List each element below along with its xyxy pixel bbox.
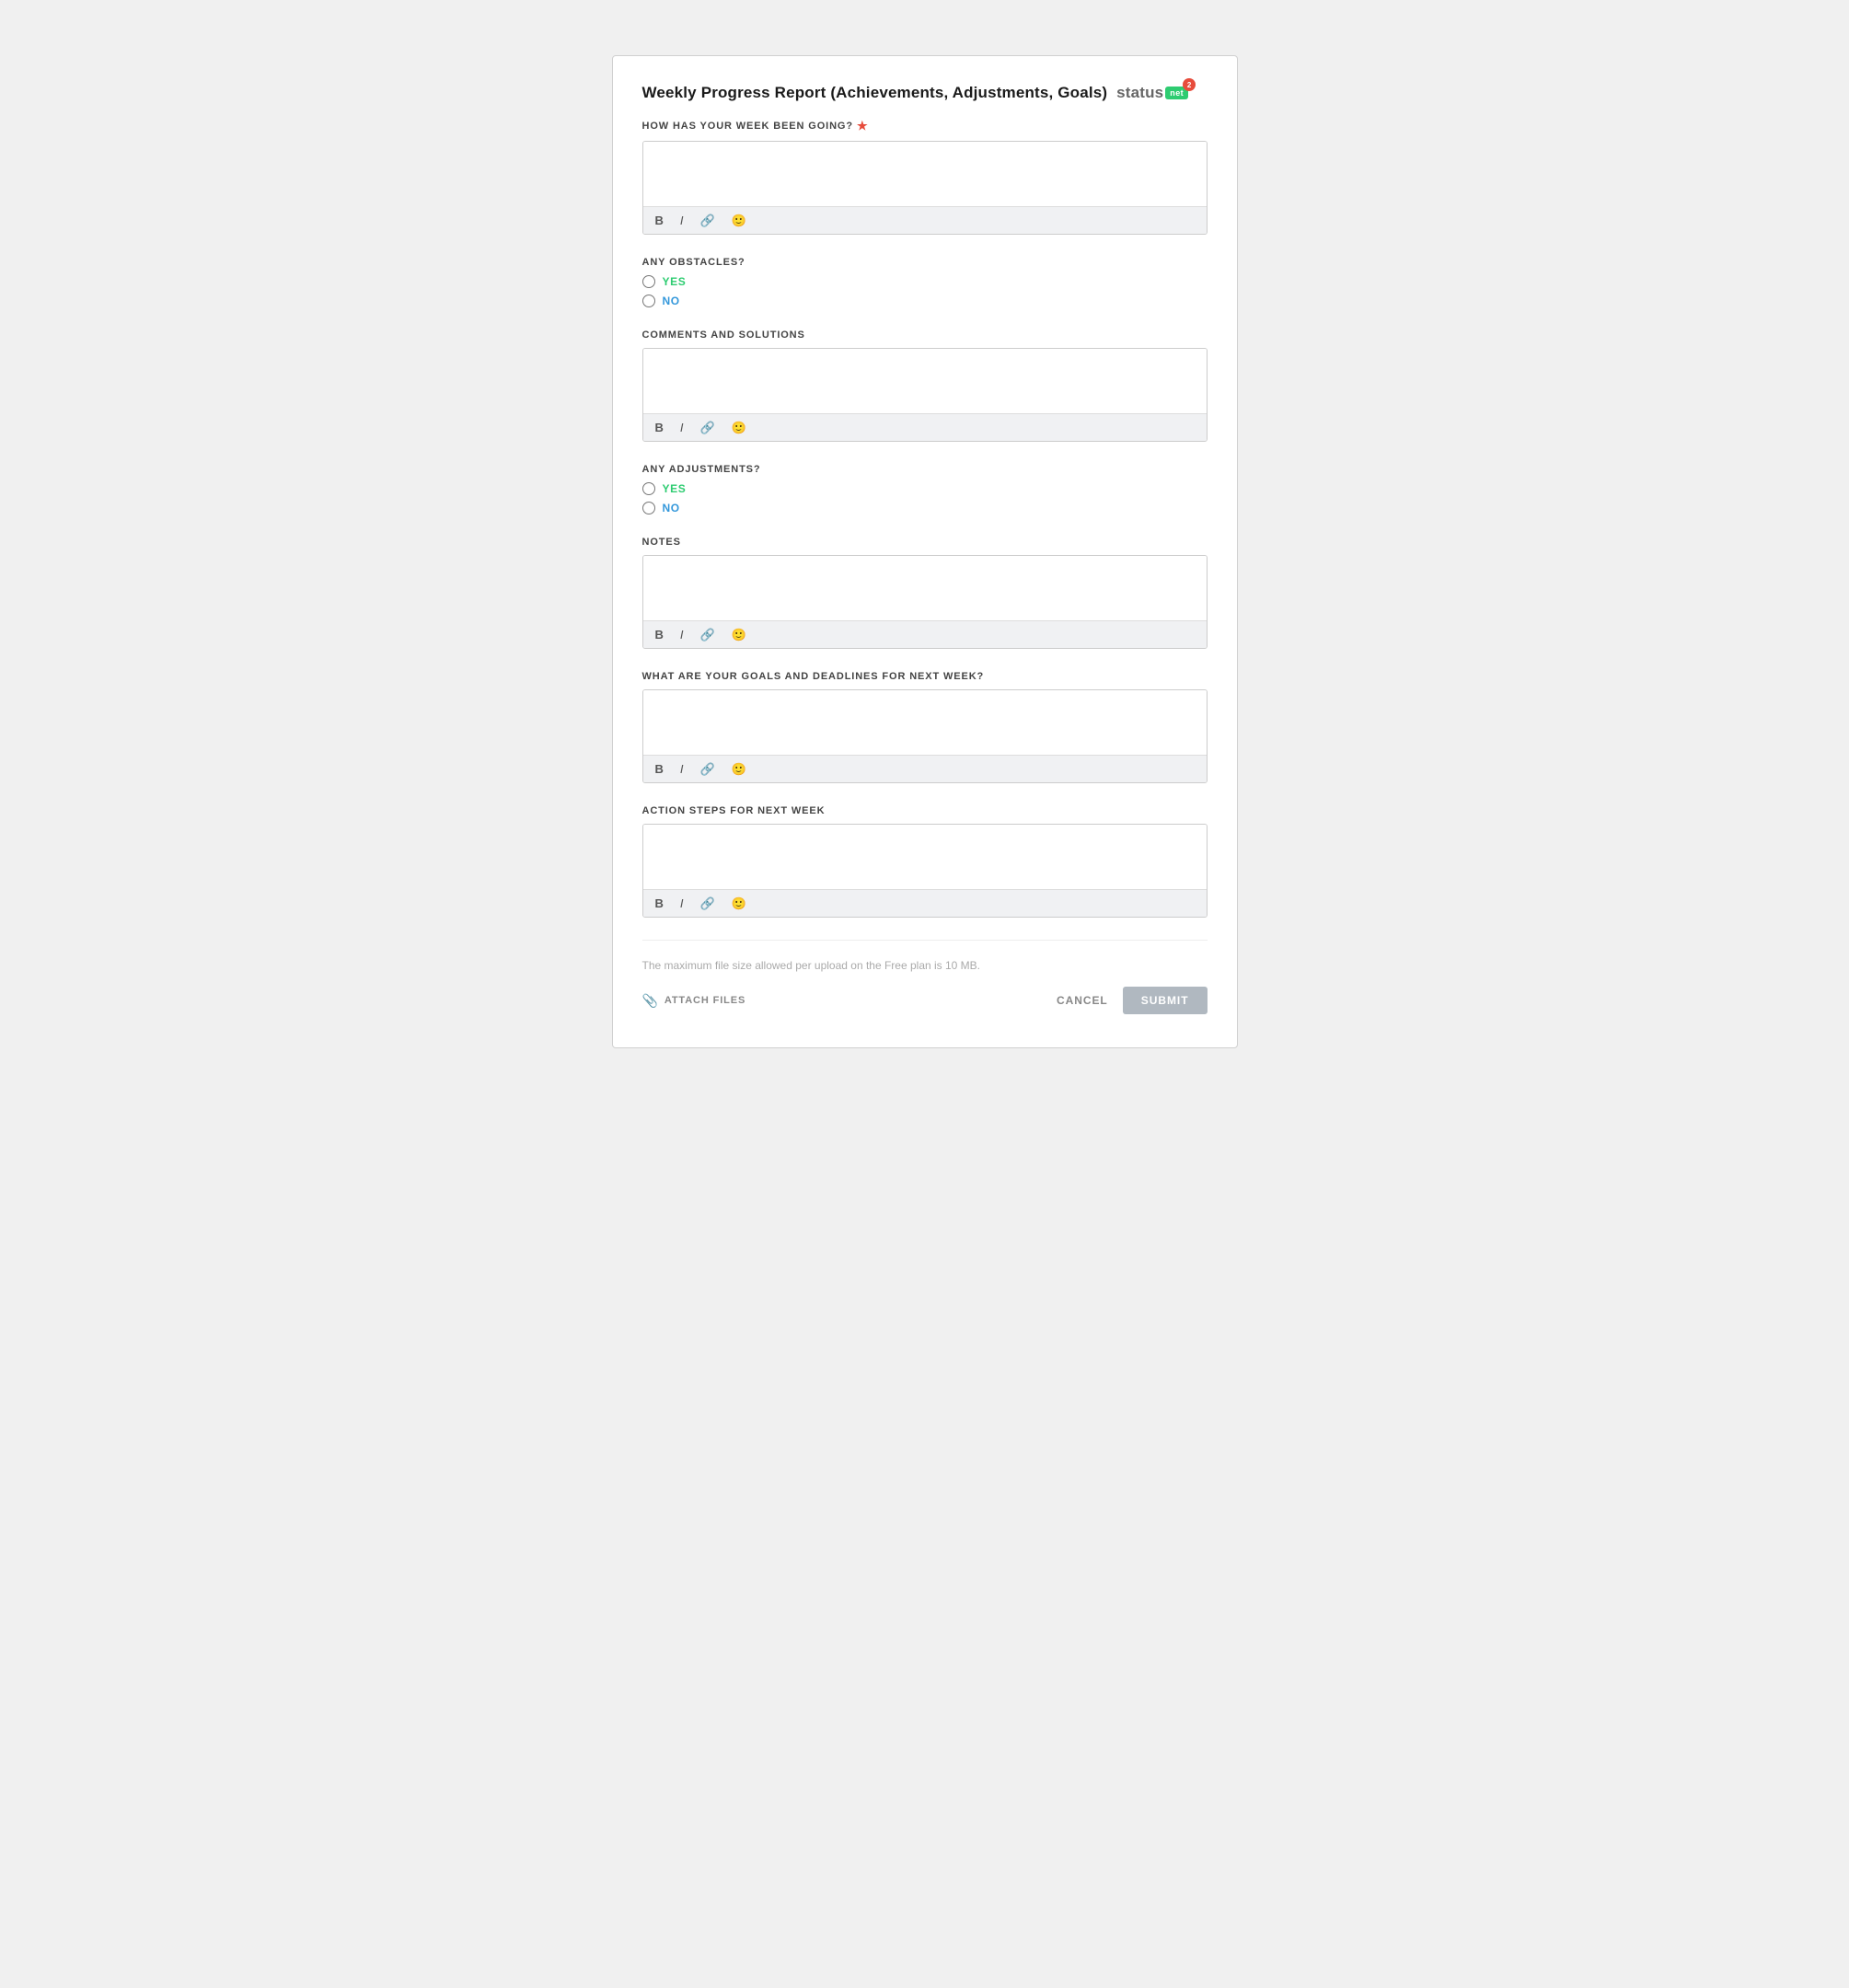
notes-bold[interactable]: B xyxy=(653,627,666,642)
obstacles-yes-item[interactable]: YES xyxy=(642,275,1208,288)
week-going-italic[interactable]: I xyxy=(677,213,687,228)
week-going-section: HOW HAS YOUR WEEK BEEN GOING? ★ B I 🔗 🙂 xyxy=(642,119,1208,235)
action-steps-input[interactable] xyxy=(643,825,1207,884)
notes-toolbar: B I 🔗 🙂 xyxy=(643,620,1207,648)
obstacles-section: ANY OBSTACLES? YES NO xyxy=(642,257,1208,307)
notes-emoji[interactable]: 🙂 xyxy=(729,627,749,642)
notes-editor: B I 🔗 🙂 xyxy=(642,555,1208,649)
comments-bold[interactable]: B xyxy=(653,420,666,435)
file-size-note: The maximum file size allowed per upload… xyxy=(642,959,1208,972)
obstacles-yes-radio[interactable] xyxy=(642,275,655,288)
adjustments-yes-label: YES xyxy=(663,482,687,495)
submit-button[interactable]: SUBMIT xyxy=(1123,987,1208,1014)
comments-italic[interactable]: I xyxy=(677,420,687,435)
action-steps-section: ACTION STEPS FOR NEXT WEEK B I 🔗 🙂 xyxy=(642,805,1208,918)
notes-link[interactable]: 🔗 xyxy=(698,627,718,642)
adjustments-no-radio[interactable] xyxy=(642,502,655,514)
goals-input[interactable] xyxy=(643,690,1207,750)
cancel-button[interactable]: CANCEL xyxy=(1057,994,1108,1007)
notes-input[interactable] xyxy=(643,556,1207,616)
goals-editor: B I 🔗 🙂 xyxy=(642,689,1208,783)
notes-label: NOTES xyxy=(642,537,1208,548)
adjustments-yes-item[interactable]: YES xyxy=(642,482,1208,495)
week-going-toolbar: B I 🔗 🙂 xyxy=(643,206,1207,234)
adjustments-section: ANY ADJUSTMENTS? YES NO xyxy=(642,464,1208,514)
goals-italic[interactable]: I xyxy=(677,761,687,777)
notes-italic[interactable]: I xyxy=(677,627,687,642)
action-steps-label: ACTION STEPS FOR NEXT WEEK xyxy=(642,805,1208,816)
action-row: 📎 ATTACH FILES CANCEL SUBMIT xyxy=(642,987,1208,1014)
paperclip-icon: 📎 xyxy=(642,993,659,1009)
comments-emoji[interactable]: 🙂 xyxy=(729,420,749,435)
comments-toolbar: B I 🔗 🙂 xyxy=(643,413,1207,441)
week-going-bold[interactable]: B xyxy=(653,213,666,228)
status-logo: status net 2 xyxy=(1116,84,1188,102)
obstacles-label: ANY OBSTACLES? xyxy=(642,257,1208,268)
week-going-input[interactable] xyxy=(643,142,1207,202)
action-steps-bold[interactable]: B xyxy=(653,896,666,911)
action-steps-toolbar: B I 🔗 🙂 xyxy=(643,889,1207,917)
goals-link[interactable]: 🔗 xyxy=(698,761,718,777)
attach-files-button[interactable]: 📎 ATTACH FILES xyxy=(642,993,746,1009)
action-steps-italic[interactable]: I xyxy=(677,896,687,911)
obstacles-radio-group: YES NO xyxy=(642,275,1208,307)
action-steps-editor: B I 🔗 🙂 xyxy=(642,824,1208,918)
week-going-label: HOW HAS YOUR WEEK BEEN GOING? ★ xyxy=(642,119,1208,133)
obstacles-no-item[interactable]: NO xyxy=(642,295,1208,307)
header-row: Weekly Progress Report (Achievements, Ad… xyxy=(642,84,1208,102)
notes-section: NOTES B I 🔗 🙂 xyxy=(642,537,1208,649)
adjustments-no-label: NO xyxy=(663,502,680,514)
required-indicator: ★ xyxy=(857,119,869,133)
goals-bold[interactable]: B xyxy=(653,761,666,777)
adjustments-no-item[interactable]: NO xyxy=(642,502,1208,514)
comments-input[interactable] xyxy=(643,349,1207,409)
comments-section: COMMENTS AND SOLUTIONS B I 🔗 🙂 xyxy=(642,329,1208,442)
brand-word: status xyxy=(1116,84,1163,102)
goals-emoji[interactable]: 🙂 xyxy=(729,761,749,777)
week-going-link[interactable]: 🔗 xyxy=(698,213,718,228)
form-title: Weekly Progress Report (Achievements, Ad… xyxy=(642,84,1108,102)
footer-section: The maximum file size allowed per upload… xyxy=(642,940,1208,1014)
goals-section: WHAT ARE YOUR GOALS AND DEADLINES FOR NE… xyxy=(642,671,1208,783)
obstacles-yes-label: YES xyxy=(663,275,687,288)
adjustments-radio-group: YES NO xyxy=(642,482,1208,514)
obstacles-no-radio[interactable] xyxy=(642,295,655,307)
goals-label: WHAT ARE YOUR GOALS AND DEADLINES FOR NE… xyxy=(642,671,1208,682)
comments-label: COMMENTS AND SOLUTIONS xyxy=(642,329,1208,341)
form-container: Weekly Progress Report (Achievements, Ad… xyxy=(612,55,1238,1048)
goals-toolbar: B I 🔗 🙂 xyxy=(643,755,1207,782)
action-steps-link[interactable]: 🔗 xyxy=(698,896,718,911)
adjustments-label: ANY ADJUSTMENTS? xyxy=(642,464,1208,475)
right-actions: CANCEL SUBMIT xyxy=(1057,987,1208,1014)
adjustments-yes-radio[interactable] xyxy=(642,482,655,495)
attach-label: ATTACH FILES xyxy=(664,995,745,1006)
comments-link[interactable]: 🔗 xyxy=(698,420,718,435)
obstacles-no-label: NO xyxy=(663,295,680,307)
week-going-emoji[interactable]: 🙂 xyxy=(729,213,749,228)
action-steps-emoji[interactable]: 🙂 xyxy=(729,896,749,911)
week-going-editor: B I 🔗 🙂 xyxy=(642,141,1208,235)
comments-editor: B I 🔗 🙂 xyxy=(642,348,1208,442)
notification-badge: 2 xyxy=(1183,78,1196,91)
